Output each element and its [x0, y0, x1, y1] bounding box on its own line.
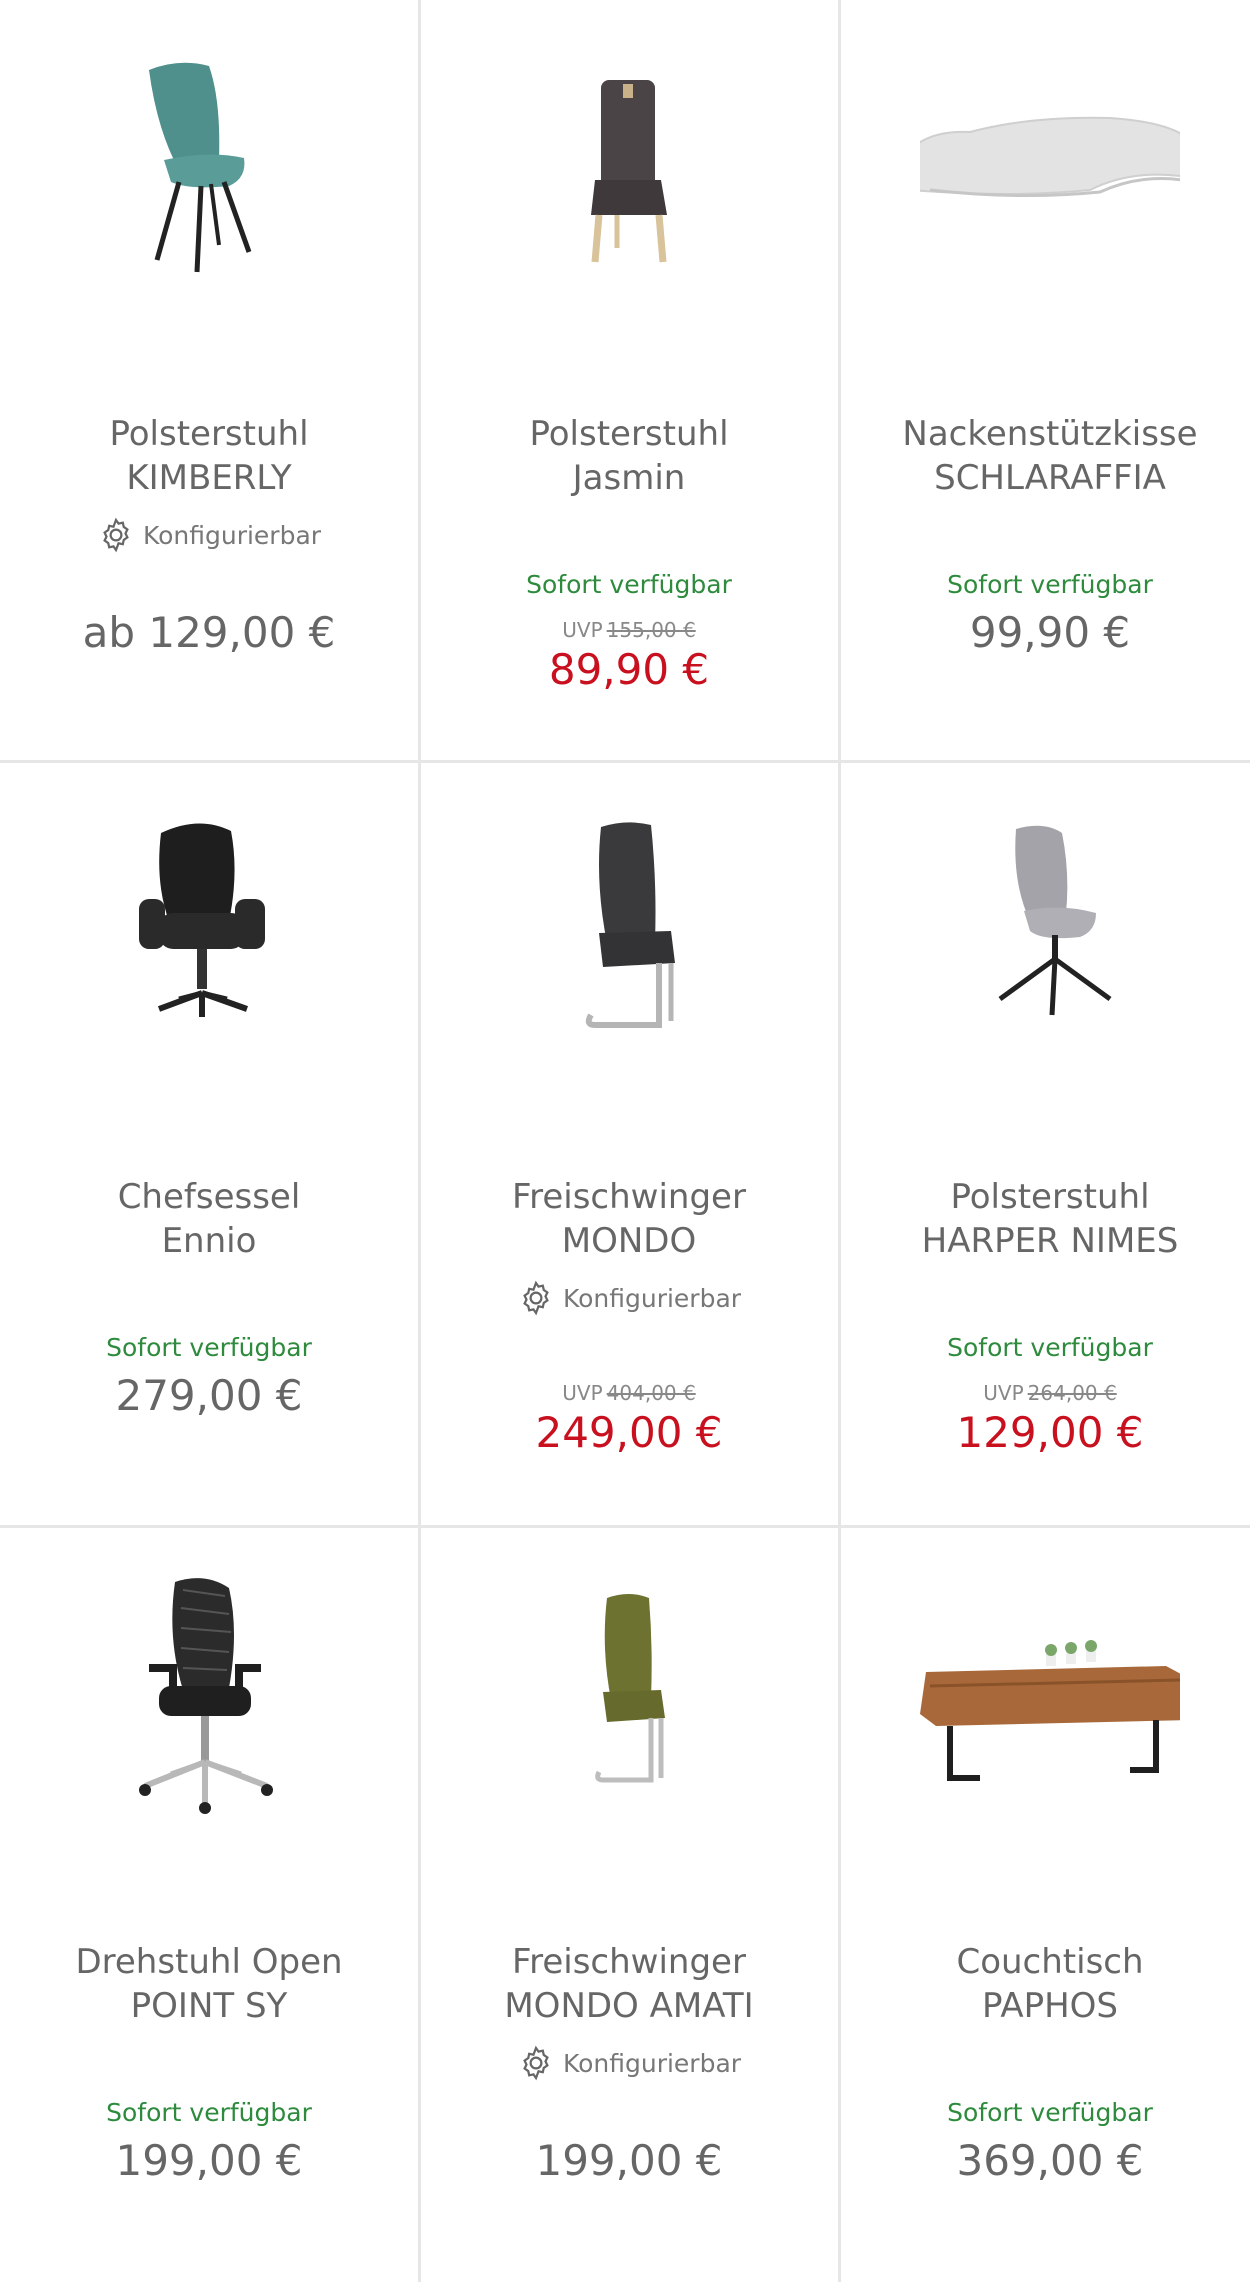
- uvp-price: UVP 264,00 €: [841, 1381, 1250, 1405]
- availability-status: Sofort verfügbar: [947, 1333, 1153, 1362]
- product-title[interactable]: Chefsessel Ennio: [14, 1175, 404, 1263]
- uvp-label: UVP: [562, 618, 603, 642]
- product-title[interactable]: Couchtisch PAPHOS: [855, 1940, 1245, 2028]
- product-image[interactable]: [499, 40, 759, 300]
- uvp-old-price: 155,00 €: [606, 618, 696, 642]
- product-image[interactable]: [79, 803, 339, 1063]
- configurable-badge: Konfigurierbar: [420, 1279, 838, 1317]
- product-title[interactable]: Polsterstuhl Jasmin: [434, 412, 824, 500]
- availability-status: Sofort verfügbar: [947, 570, 1153, 599]
- product-title[interactable]: Freischwinger MONDO: [434, 1175, 824, 1263]
- gear-icon: [523, 2045, 549, 2081]
- product-price: 199,00 €: [535, 2136, 723, 2185]
- sale-price: 89,90 €: [548, 645, 710, 694]
- product-image[interactable]: [920, 803, 1180, 1063]
- product-image[interactable]: [499, 1568, 759, 1828]
- product-title[interactable]: Nackenstützkisse SCHLARAFFIA: [855, 412, 1245, 500]
- sale-price: 249,00 €: [535, 1408, 723, 1457]
- uvp-label: UVP: [562, 1381, 603, 1405]
- product-grid: Polsterstuhl KIMBERLY Konfigurierbar ab …: [0, 0, 1250, 2282]
- product-image[interactable]: [920, 1568, 1180, 1828]
- uvp-price: UVP 155,00 €: [420, 618, 838, 642]
- product-price: 199,00 €: [115, 2136, 303, 2185]
- cantilever-chair-dark-icon: [585, 822, 675, 1028]
- product-title[interactable]: Polsterstuhl KIMBERLY: [14, 412, 404, 500]
- teal-upholstered-chair-icon: [149, 62, 252, 273]
- product-image[interactable]: [79, 40, 339, 300]
- uvp-old-price: 264,00 €: [1027, 1381, 1117, 1405]
- product-card-open-point[interactable]: Drehstuhl Open POINT SY Sofort verfügbar…: [0, 1528, 418, 2288]
- product-card-harper-nimes[interactable]: Polsterstuhl HARPER NIMES Sofort verfügb…: [841, 763, 1250, 1523]
- product-card-mondo[interactable]: Freischwinger MONDO Konfigurierbar UVP 40…: [420, 763, 838, 1523]
- product-title[interactable]: Drehstuhl Open POINT SY: [14, 1940, 404, 2028]
- black-executive-chair-icon: [139, 823, 265, 1017]
- sale-price: 129,00 €: [956, 1408, 1144, 1457]
- product-image[interactable]: [499, 803, 759, 1063]
- uvp-old-price: 404,00 €: [606, 1381, 696, 1405]
- availability-status: Sofort verfügbar: [526, 570, 732, 599]
- product-card-mondo-amati[interactable]: Freischwinger MONDO AMATI Konfigurierbar…: [420, 1528, 838, 2288]
- uvp-label: UVP: [983, 1381, 1024, 1405]
- product-image[interactable]: [79, 1568, 339, 1828]
- gear-icon: [103, 517, 129, 553]
- product-image[interactable]: [920, 40, 1180, 300]
- availability-status: Sofort verfügbar: [106, 2098, 312, 2127]
- grey-swivel-chair-icon: [998, 825, 1112, 1016]
- product-card-schlaraffia[interactable]: Nackenstützkisse SCHLARAFFIA Sofort verf…: [841, 0, 1250, 760]
- gear-icon: [523, 1280, 549, 1316]
- availability-status: Sofort verfügbar: [106, 1333, 312, 1362]
- product-price: 99,90 €: [969, 608, 1131, 657]
- olive-cantilever-chair-icon: [595, 1594, 665, 1783]
- uvp-price: UVP 404,00 €: [420, 1381, 838, 1405]
- product-title[interactable]: Polsterstuhl HARPER NIMES: [855, 1175, 1245, 1263]
- product-price: 279,00 €: [115, 1371, 303, 1420]
- brown-dining-chair-icon: [591, 80, 667, 263]
- product-card-paphos[interactable]: Couchtisch PAPHOS Sofort verfügbar 369,0…: [841, 1528, 1250, 2288]
- wooden-coffee-table-icon: [920, 1640, 1180, 1781]
- product-title[interactable]: Freischwinger MONDO AMATI: [434, 1940, 824, 2028]
- configurable-badge: Konfigurierbar: [420, 2044, 838, 2082]
- configurable-badge: Konfigurierbar: [0, 516, 418, 554]
- neck-pillow-icon: [920, 116, 1180, 198]
- product-price: ab 129,00 €: [82, 608, 336, 657]
- product-card-ennio[interactable]: Chefsessel Ennio Sofort verfügbar 279,00…: [0, 763, 418, 1523]
- availability-status: Sofort verfügbar: [947, 2098, 1153, 2127]
- mesh-office-chair-icon: [139, 1578, 273, 1814]
- product-price: 369,00 €: [956, 2136, 1144, 2185]
- product-card-jasmin[interactable]: Polsterstuhl Jasmin Sofort verfügbar UVP…: [420, 0, 838, 760]
- product-card-kimberly[interactable]: Polsterstuhl KIMBERLY Konfigurierbar ab …: [0, 0, 418, 760]
